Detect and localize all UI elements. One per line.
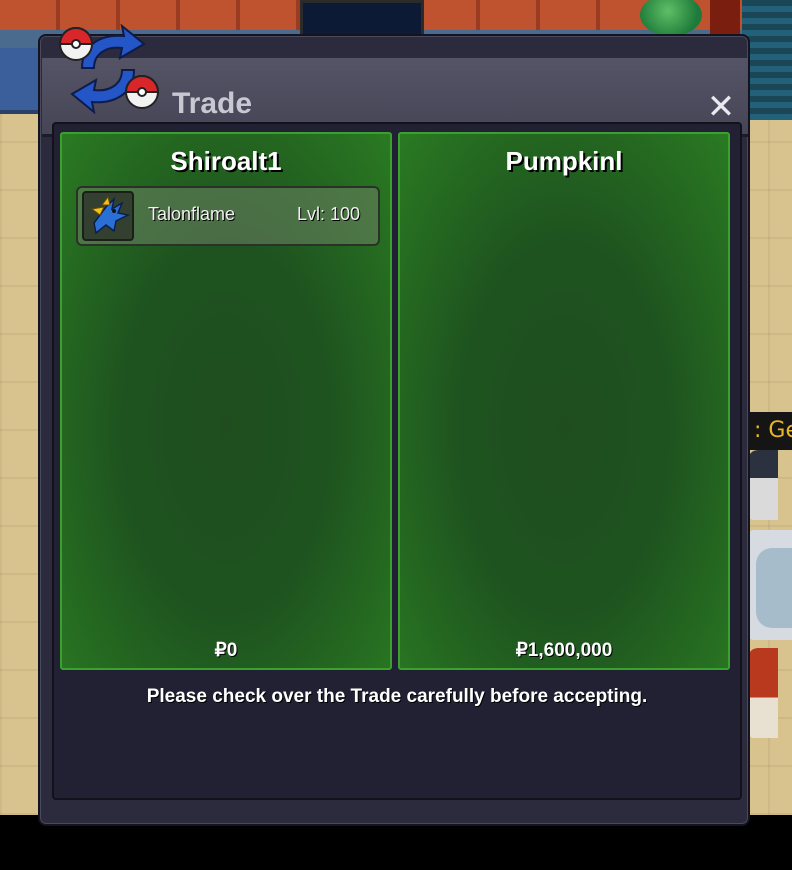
player-name: Shiroalt1 xyxy=(170,146,282,176)
healing-machine-screen xyxy=(756,548,792,628)
trade-panel-self: Shiroalt1 Talonflame Lvl: 100 ₽0 xyxy=(60,132,392,670)
trade-notice: Please check over the Trade carefully be… xyxy=(146,686,648,707)
partner-name: Pumpkinl xyxy=(505,146,623,176)
money-offer: ₽0 xyxy=(214,640,238,661)
trade-window: Trade ✕ Shiroalt1 Talonflame Lvl: 100 ₽0… xyxy=(38,24,750,826)
pokemon-name: Talonflame xyxy=(148,204,236,224)
trade-exchange-icon xyxy=(58,24,160,114)
pokemon-level: Lvl: 100 xyxy=(296,204,360,224)
close-button[interactable]: ✕ xyxy=(704,90,738,124)
trade-panel-partner: Pumpkinl ₽1,600,000 xyxy=(398,132,730,670)
partner-money-offer: ₽1,600,000 xyxy=(515,640,613,661)
talonflame-sprite-icon xyxy=(82,191,134,241)
trade-content: Shiroalt1 Talonflame Lvl: 100 ₽0 Pumpkin… xyxy=(52,122,742,800)
pokemon-slot[interactable]: Talonflame Lvl: 100 xyxy=(76,186,380,246)
window-title: Trade xyxy=(172,87,253,120)
npc-character[interactable] xyxy=(748,450,778,520)
building-wall-left xyxy=(0,48,40,114)
red-pillar xyxy=(710,0,740,36)
npc-name-label: : Ge xyxy=(748,412,792,450)
npc-character-2[interactable] xyxy=(748,648,778,738)
